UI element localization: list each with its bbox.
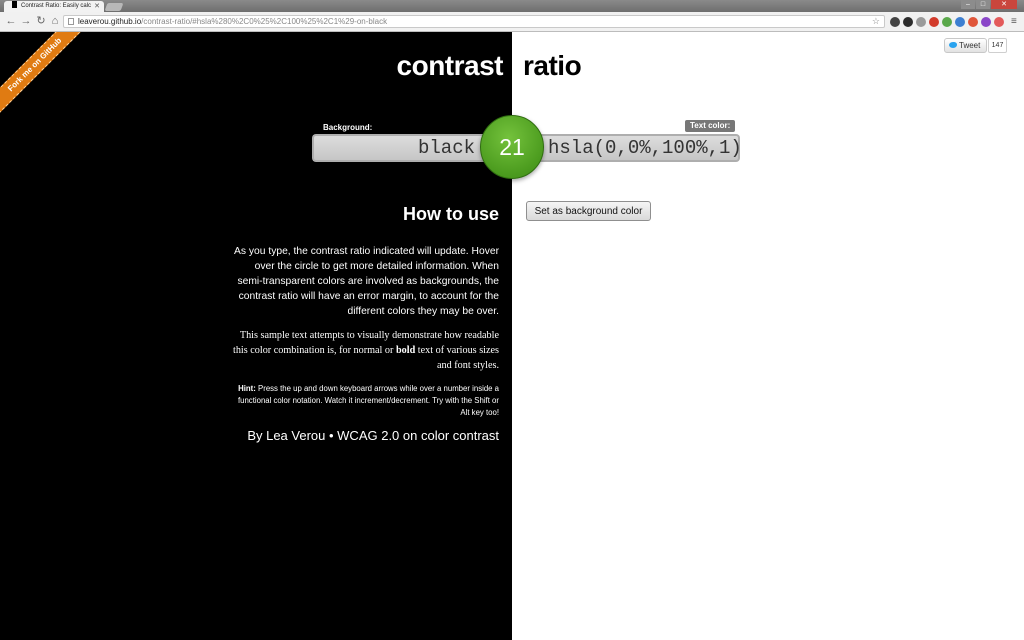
text-color-label: Text color:: [685, 120, 736, 132]
tweet-label: Tweet: [959, 41, 981, 50]
globe-extension-icon[interactable]: [903, 17, 913, 27]
text-color-input[interactable]: hsla(0,0%,100%,1): [512, 134, 742, 162]
page-content: Fork me on GitHub contrast Background: b…: [0, 32, 1024, 640]
color-grid-extension-icon[interactable]: [981, 17, 991, 27]
instructions-paragraph: As you type, the contrast ratio indicate…: [234, 246, 499, 317]
tab-title: Contrast Ratio: Easily calc: [21, 3, 92, 9]
mail-extension-icon[interactable]: [955, 17, 965, 27]
hint-text: Press the up and down keyboard arrows wh…: [237, 384, 499, 417]
window-titlebar: Contrast Ratio: Easily calc ✕ – □ ✕: [0, 0, 1024, 12]
home-icon[interactable]: ⌂: [49, 15, 61, 28]
how-to-use-heading: How to use: [402, 204, 499, 224]
stop-extension-icon[interactable]: [929, 17, 939, 27]
contrast-ratio-circle[interactable]: 21: [480, 115, 544, 179]
url-path: /contrast-ratio/#hsla%280%2C0%25%2C100%2…: [141, 17, 388, 26]
page-favicon-icon: [12, 1, 17, 8]
page-title-ratio: ratio: [523, 50, 582, 81]
tab-close-icon[interactable]: ✕: [94, 1, 100, 12]
address-bar[interactable]: leaverou.github.io/contrast-ratio/#hsla%…: [63, 15, 885, 28]
background-label: Background:: [323, 123, 373, 132]
browser-tab[interactable]: Contrast Ratio: Easily calc ✕: [4, 1, 104, 12]
bookmark-star-icon[interactable]: ☆: [872, 16, 880, 27]
close-window-button[interactable]: ✕: [991, 0, 1017, 9]
browser-toolbar: ← → ↻ ⌂ leaverou.github.io/contrast-rati…: [0, 12, 1024, 32]
maximize-window-button[interactable]: □: [976, 0, 990, 9]
preview-dark-half: Fork me on GitHub contrast Background: b…: [0, 32, 512, 640]
browser-menu-icon[interactable]: ≡: [1011, 16, 1017, 27]
twitter-bird-icon: [949, 42, 957, 48]
fork-on-github-ribbon[interactable]: Fork me on GitHub: [0, 32, 95, 125]
byline: By Lea Verou • WCAG 2.0 on color contras…: [247, 428, 499, 443]
set-as-background-button[interactable]: Set as background color: [526, 201, 651, 221]
recorder-extension-icon[interactable]: [994, 17, 1004, 27]
hint-paragraph: Hint: Press the up and down keyboard arr…: [229, 383, 499, 419]
byline-separator: •: [325, 428, 338, 443]
wcag-link[interactable]: WCAG 2.0 on color contrast: [337, 428, 499, 443]
colorzilla-extension-icon[interactable]: [968, 17, 978, 27]
forward-arrow-icon[interactable]: →: [20, 15, 32, 28]
tweet-count: 147: [988, 38, 1007, 53]
page-info-icon[interactable]: [68, 18, 74, 25]
preview-light-half: ratio Tweet 147 Text color: hsla(0,0%,10…: [512, 32, 1024, 640]
cursor-extension-icon[interactable]: [890, 17, 900, 27]
speaker-extension-icon[interactable]: [916, 17, 926, 27]
hint-label: Hint:: [238, 384, 256, 393]
back-arrow-icon[interactable]: ←: [5, 15, 17, 28]
minimize-window-button[interactable]: –: [961, 0, 975, 9]
tweet-button[interactable]: Tweet: [944, 38, 987, 53]
sample-text-end: text of various sizes and font styles.: [415, 345, 499, 371]
reload-icon[interactable]: ↻: [35, 15, 47, 28]
sample-text-bold: bold: [395, 345, 416, 356]
evernote-extension-icon[interactable]: [942, 17, 952, 27]
new-tab-button[interactable]: [104, 3, 124, 11]
author-link[interactable]: By Lea Verou: [247, 428, 325, 443]
url-host: leaverou.github.io: [78, 17, 142, 26]
page-title-contrast: contrast: [396, 50, 504, 81]
sample-text-paragraph: This sample text attempts to visually de…: [227, 328, 499, 373]
